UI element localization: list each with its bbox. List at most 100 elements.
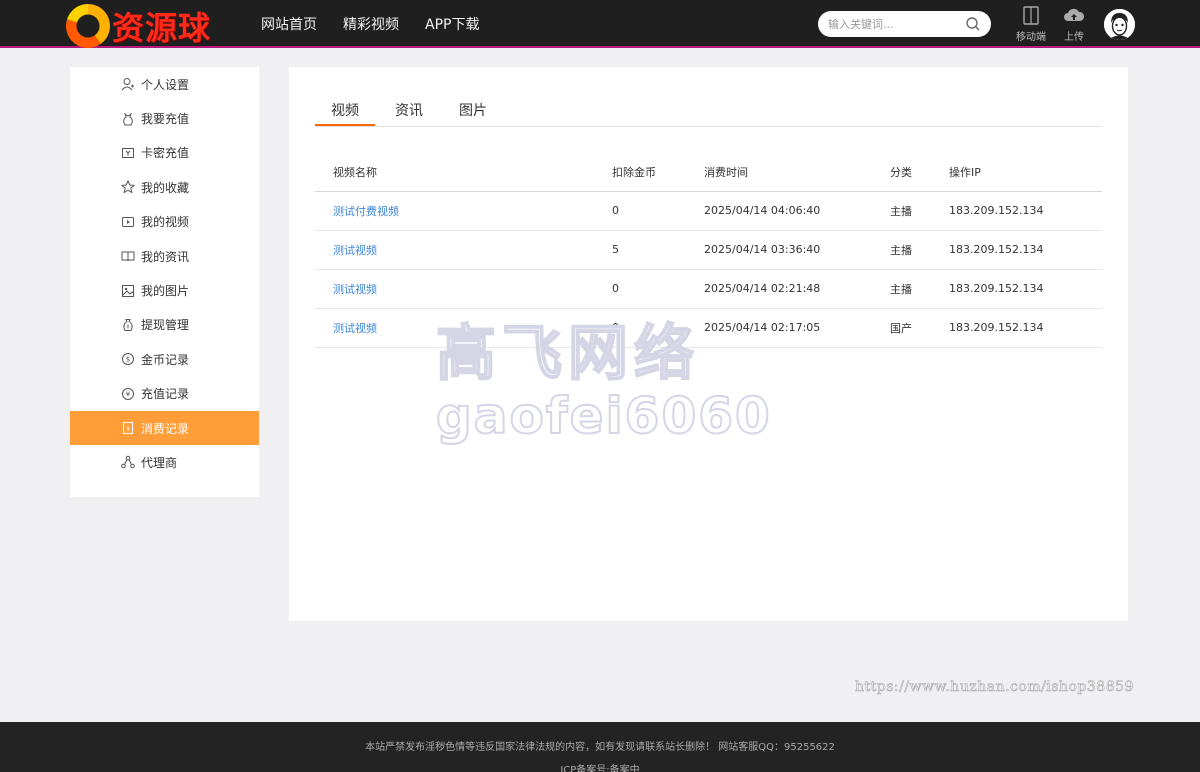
site-header: 资源球 网站首页 精彩视频 APP下载 移动端 上传 <box>0 0 1200 48</box>
mobile-button[interactable]: 移动端 <box>1011 6 1051 43</box>
sidebar-item-label: 消费记录 <box>141 421 190 436</box>
user-sidebar: 个人设置 我要充值 卡密充值 我的收藏 我的视频 我的资讯 我的图片 ¥ 提现管… <box>70 67 259 497</box>
sidebar-item-label: 我的图片 <box>141 284 190 299</box>
coins-cell: 0 <box>612 191 704 231</box>
time-cell: 2025/04/14 03:36:40 <box>704 230 890 270</box>
nav-home[interactable]: 网站首页 <box>261 14 317 34</box>
sidebar-item-favorites[interactable]: 我的收藏 <box>70 170 259 204</box>
svg-text:¥: ¥ <box>126 390 131 398</box>
video-link[interactable]: 测试视频 <box>333 244 377 257</box>
tab-videos[interactable]: 视频 <box>315 95 375 126</box>
logo-text: 资源球 <box>112 9 212 47</box>
svg-text:¥: ¥ <box>126 324 129 330</box>
video-icon <box>121 215 135 229</box>
ip-cell: 183.209.152.134 <box>949 269 1102 309</box>
footer-notice: 本站严禁发布淫秽色情等违反国家法律法规的内容，如有发现请联系站长删除！ 网站客服… <box>365 742 835 753</box>
sidebar-item-coin-records[interactable]: $ 金币记录 <box>70 342 259 376</box>
nav-app-download[interactable]: APP下载 <box>425 14 479 34</box>
star-icon <box>121 180 135 194</box>
network-icon <box>121 455 135 469</box>
sidebar-item-label: 充值记录 <box>141 387 190 402</box>
coins-cell: 0 <box>612 269 704 309</box>
column-header-category: 分类 <box>890 153 949 192</box>
ip-cell: 183.209.152.134 <box>949 308 1102 348</box>
book-icon <box>121 249 135 263</box>
avatar-face-icon <box>1104 9 1135 40</box>
category-cell: 主播 <box>890 230 949 270</box>
mobile-label: 移动端 <box>1016 32 1046 43</box>
category-cell: 国产 <box>890 308 949 348</box>
sidebar-item-my-images[interactable]: 我的图片 <box>70 273 259 307</box>
nav-videos[interactable]: 精彩视频 <box>343 14 399 34</box>
image-icon <box>121 284 135 298</box>
column-header-video-name: 视频名称 <box>315 153 612 192</box>
receipt-icon: ¥ <box>121 421 135 435</box>
sidebar-item-recharge[interactable]: 我要充值 <box>70 101 259 135</box>
tab-articles[interactable]: 资讯 <box>379 95 439 126</box>
site-footer: 本站严禁发布淫秽色情等违反国家法律法规的内容，如有发现请联系站长删除！ 网站客服… <box>0 722 1200 772</box>
wallet-icon: ¥ <box>121 318 135 332</box>
category-cell: 主播 <box>890 191 949 231</box>
record-tabs: 视频 资讯 图片 <box>315 95 1102 127</box>
coin-icon: $ <box>121 352 135 366</box>
time-cell: 2025/04/14 04:06:40 <box>704 191 890 231</box>
sidebar-item-withdraw[interactable]: ¥ 提现管理 <box>70 308 259 342</box>
sidebar-item-label: 代理商 <box>141 455 178 470</box>
video-link[interactable]: 测试视频 <box>333 322 377 335</box>
sidebar-item-label: 卡密充值 <box>141 146 190 161</box>
table-header-row: 视频名称 扣除金币 消费时间 分类 操作IP <box>315 153 1102 192</box>
consumption-records-panel: 视频 资讯 图片 视频名称 扣除金币 消费时间 分类 操作IP 测试付费视频 0… <box>289 67 1128 621</box>
svg-text:¥: ¥ <box>126 426 130 433</box>
search-input[interactable] <box>828 11 968 37</box>
column-header-time: 消费时间 <box>704 153 890 192</box>
column-header-coins: 扣除金币 <box>612 153 704 192</box>
sidebar-item-card-recharge[interactable]: 卡密充值 <box>70 136 259 170</box>
sidebar-item-agents[interactable]: 代理商 <box>70 445 259 479</box>
card-icon <box>121 146 135 160</box>
sidebar-item-profile-settings[interactable]: 个人设置 <box>70 67 259 101</box>
user-icon <box>121 77 135 91</box>
upload-button[interactable]: 上传 <box>1054 6 1094 43</box>
table-row: 测试视频 0 2025/04/14 02:21:48 主播 183.209.15… <box>315 269 1102 309</box>
category-cell: 主播 <box>890 269 949 309</box>
money-bag-icon <box>121 112 135 126</box>
sidebar-item-label: 金币记录 <box>141 352 190 367</box>
video-link[interactable]: 测试视频 <box>333 283 377 296</box>
sidebar-item-label: 我要充值 <box>141 112 190 127</box>
yen-icon: ¥ <box>121 387 135 401</box>
sidebar-item-label: 我的视频 <box>141 215 190 230</box>
svg-text:$: $ <box>126 356 130 364</box>
video-link[interactable]: 测试付费视频 <box>333 205 399 218</box>
search-box <box>818 11 991 37</box>
sidebar-item-my-videos[interactable]: 我的视频 <box>70 205 259 239</box>
search-icon[interactable] <box>965 16 981 32</box>
sidebar-item-label: 我的收藏 <box>141 180 190 195</box>
time-cell: 2025/04/14 02:17:05 <box>704 308 890 348</box>
tab-images[interactable]: 图片 <box>443 95 503 126</box>
coins-cell: 0 <box>612 308 704 348</box>
ip-cell: 183.209.152.134 <box>949 191 1102 231</box>
time-cell: 2025/04/14 02:21:48 <box>704 269 890 309</box>
cloud-upload-icon <box>1064 8 1085 21</box>
table-row: 测试付费视频 0 2025/04/14 04:06:40 主播 183.209.… <box>315 191 1102 231</box>
records-table: 视频名称 扣除金币 消费时间 分类 操作IP 测试付费视频 0 2025/04/… <box>315 153 1102 348</box>
column-header-ip: 操作IP <box>949 153 1102 192</box>
table-row: 测试视频 5 2025/04/14 03:36:40 主播 183.209.15… <box>315 230 1102 270</box>
site-logo[interactable]: 资源球 <box>66 4 211 48</box>
main-nav: 网站首页 精彩视频 APP下载 <box>261 0 505 48</box>
credit-watermark: https://www.huzhan.com/ishop38859 <box>855 679 1134 696</box>
mobile-icon <box>1023 6 1039 25</box>
sidebar-item-recharge-records[interactable]: ¥ 充值记录 <box>70 377 259 411</box>
user-avatar[interactable] <box>1104 9 1135 40</box>
sidebar-item-label: 个人设置 <box>141 77 190 92</box>
sidebar-item-consumption-records[interactable]: ¥ 消费记录 <box>70 410 259 446</box>
sidebar-item-label: 提现管理 <box>141 318 190 333</box>
logo-ring-icon <box>66 4 110 48</box>
upload-label: 上传 <box>1064 32 1084 43</box>
sidebar-item-label: 我的资讯 <box>141 249 190 264</box>
footer-icp: ICP备案号:备案中 <box>560 765 640 772</box>
table-row: 测试视频 0 2025/04/14 02:17:05 国产 183.209.15… <box>315 308 1102 348</box>
ip-cell: 183.209.152.134 <box>949 230 1102 270</box>
coins-cell: 5 <box>612 230 704 270</box>
sidebar-item-my-articles[interactable]: 我的资讯 <box>70 239 259 273</box>
